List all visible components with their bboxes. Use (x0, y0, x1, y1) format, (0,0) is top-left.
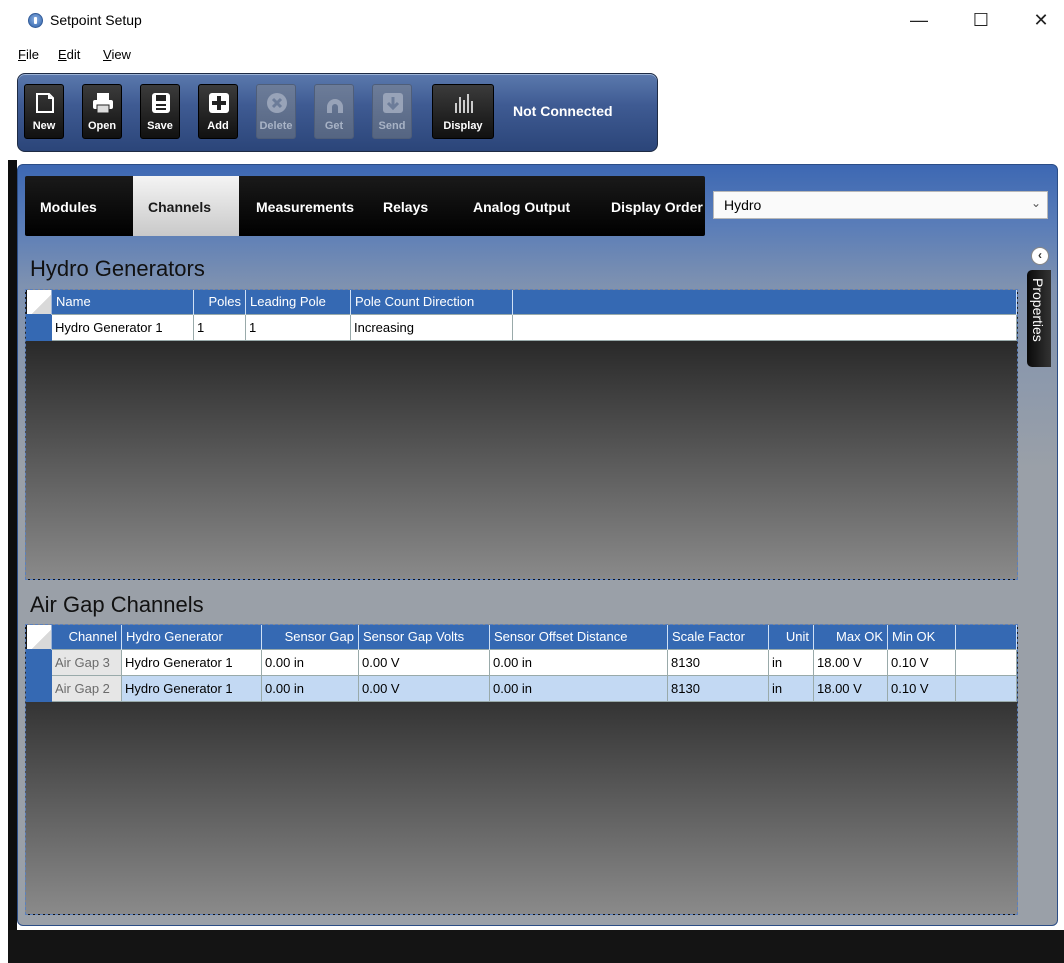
row-header[interactable] (26, 313, 52, 341)
cell-filler (512, 313, 1017, 341)
table-row[interactable]: Air Gap 3 Hydro Generator 1 0.00 in 0.00… (26, 648, 1017, 676)
col-channel[interactable]: Channel (51, 625, 122, 649)
col-scale-factor[interactable]: Scale Factor (667, 625, 769, 649)
status-bar (8, 930, 1064, 963)
col-name[interactable]: Name (51, 290, 194, 314)
cell-pole-count-direction[interactable]: Increasing (350, 313, 513, 341)
cell-filler (955, 648, 1017, 676)
tab-channels[interactable]: Channels (133, 176, 239, 236)
col-sensor-offset-distance[interactable]: Sensor Offset Distance (489, 625, 668, 649)
cell-sensor-gap-volts[interactable]: 0.00 V (358, 648, 490, 676)
col-unit[interactable]: Unit (768, 625, 814, 649)
left-edge (8, 160, 17, 963)
chevron-down-icon: ⌄ (1030, 196, 1041, 210)
module-select[interactable]: Hydro ⌄ (713, 191, 1048, 219)
menu-file[interactable]: File (18, 47, 39, 62)
collapse-properties-button[interactable]: ‹ (1031, 247, 1049, 265)
tab-measurements[interactable]: Measurements (241, 176, 369, 236)
get-button[interactable]: Get (314, 84, 354, 139)
header-filler (955, 625, 1017, 649)
cell-unit[interactable]: in (768, 648, 814, 676)
col-poles[interactable]: Poles (193, 290, 246, 314)
hydro-generators-title: Hydro Generators (30, 256, 205, 281)
header-filler (512, 290, 1017, 314)
floppy-icon (152, 93, 170, 113)
menu-view[interactable]: View (103, 47, 131, 62)
minimize-button[interactable]: — (896, 6, 942, 34)
table-row[interactable]: Hydro Generator 1 1 1 Increasing (26, 313, 1017, 341)
cell-sensor-offset-distance[interactable]: 0.00 in (489, 648, 668, 676)
connection-status: Not Connected (513, 103, 613, 119)
send-icon (383, 93, 403, 113)
plus-icon (209, 93, 229, 113)
airgap-header-row: Channel Hydro Generator Sensor Gap Senso… (26, 625, 1017, 649)
select-all-corner[interactable] (26, 290, 52, 314)
cell-poles[interactable]: 1 (193, 313, 246, 341)
new-button[interactable]: New (24, 84, 64, 139)
select-all-corner[interactable] (26, 625, 52, 649)
bar-chart-icon (455, 94, 473, 113)
cell-unit[interactable]: in (768, 674, 814, 702)
cell-min-ok[interactable]: 0.10 V (887, 674, 956, 702)
app-icon (28, 13, 43, 28)
cell-channel[interactable]: Air Gap 3 (51, 648, 122, 676)
properties-tab[interactable]: Properties (1027, 270, 1051, 367)
tab-bar: Modules Channels Measurements Relays Ana… (25, 176, 705, 236)
col-pole-count-direction[interactable]: Pole Count Direction (350, 290, 513, 314)
new-icon (36, 93, 54, 113)
air-gap-channels-title: Air Gap Channels (30, 592, 204, 617)
col-sensor-gap[interactable]: Sensor Gap (261, 625, 359, 649)
cell-name[interactable]: Hydro Generator 1 (51, 313, 194, 341)
col-leading-pole[interactable]: Leading Pole (245, 290, 351, 314)
display-button[interactable]: Display (432, 84, 494, 139)
get-icon (327, 99, 343, 113)
cell-scale-factor[interactable]: 8130 (667, 648, 769, 676)
tab-analog-output[interactable]: Analog Output (458, 176, 585, 236)
printer-icon (93, 93, 113, 114)
maximize-button[interactable]: ☐ (958, 6, 1004, 34)
cell-min-ok[interactable]: 0.10 V (887, 648, 956, 676)
table-row-selected[interactable]: Air Gap 2 Hydro Generator 1 0.00 in 0.00… (26, 674, 1017, 702)
row-header[interactable] (26, 674, 52, 702)
hydro-header-row: Name Poles Leading Pole Pole Count Direc… (26, 290, 1017, 314)
close-button[interactable]: ✕ (1018, 6, 1064, 34)
cell-sensor-gap[interactable]: 0.00 in (261, 648, 359, 676)
menu-edit[interactable]: Edit (58, 47, 80, 62)
cell-channel[interactable]: Air Gap 2 (51, 674, 122, 702)
window-title: Setpoint Setup (50, 12, 142, 28)
cell-filler (955, 674, 1017, 702)
open-button[interactable]: Open (82, 84, 122, 139)
toolbar: New Open Save Add Delete Get Send Displa… (17, 73, 658, 152)
module-select-value: Hydro (724, 197, 762, 213)
tab-relays[interactable]: Relays (368, 176, 443, 236)
title-bar: Setpoint Setup — ☐ ✕ (0, 0, 1064, 40)
delete-icon (267, 93, 287, 113)
col-max-ok[interactable]: Max OK (813, 625, 888, 649)
add-button[interactable]: Add (198, 84, 238, 139)
save-button[interactable]: Save (140, 84, 180, 139)
cell-sensor-gap-volts[interactable]: 0.00 V (358, 674, 490, 702)
cell-sensor-offset-distance[interactable]: 0.00 in (489, 674, 668, 702)
col-min-ok[interactable]: Min OK (887, 625, 956, 649)
cell-max-ok[interactable]: 18.00 V (813, 674, 888, 702)
tab-display-order[interactable]: Display Order (596, 176, 705, 236)
col-sensor-gap-volts[interactable]: Sensor Gap Volts (358, 625, 490, 649)
row-header[interactable] (26, 648, 52, 676)
hydro-generators-grid: Name Poles Leading Pole Pole Count Direc… (25, 289, 1018, 580)
cell-max-ok[interactable]: 18.00 V (813, 648, 888, 676)
cell-scale-factor[interactable]: 8130 (667, 674, 769, 702)
cell-sensor-gap[interactable]: 0.00 in (261, 674, 359, 702)
cell-leading-pole[interactable]: 1 (245, 313, 351, 341)
send-button[interactable]: Send (372, 84, 412, 139)
cell-hydro-generator[interactable]: Hydro Generator 1 (121, 648, 262, 676)
air-gap-channels-grid: Channel Hydro Generator Sensor Gap Senso… (25, 624, 1018, 915)
col-hydro-generator[interactable]: Hydro Generator (121, 625, 262, 649)
cell-hydro-generator[interactable]: Hydro Generator 1 (121, 674, 262, 702)
delete-button[interactable]: Delete (256, 84, 296, 139)
tab-modules[interactable]: Modules (25, 176, 112, 236)
